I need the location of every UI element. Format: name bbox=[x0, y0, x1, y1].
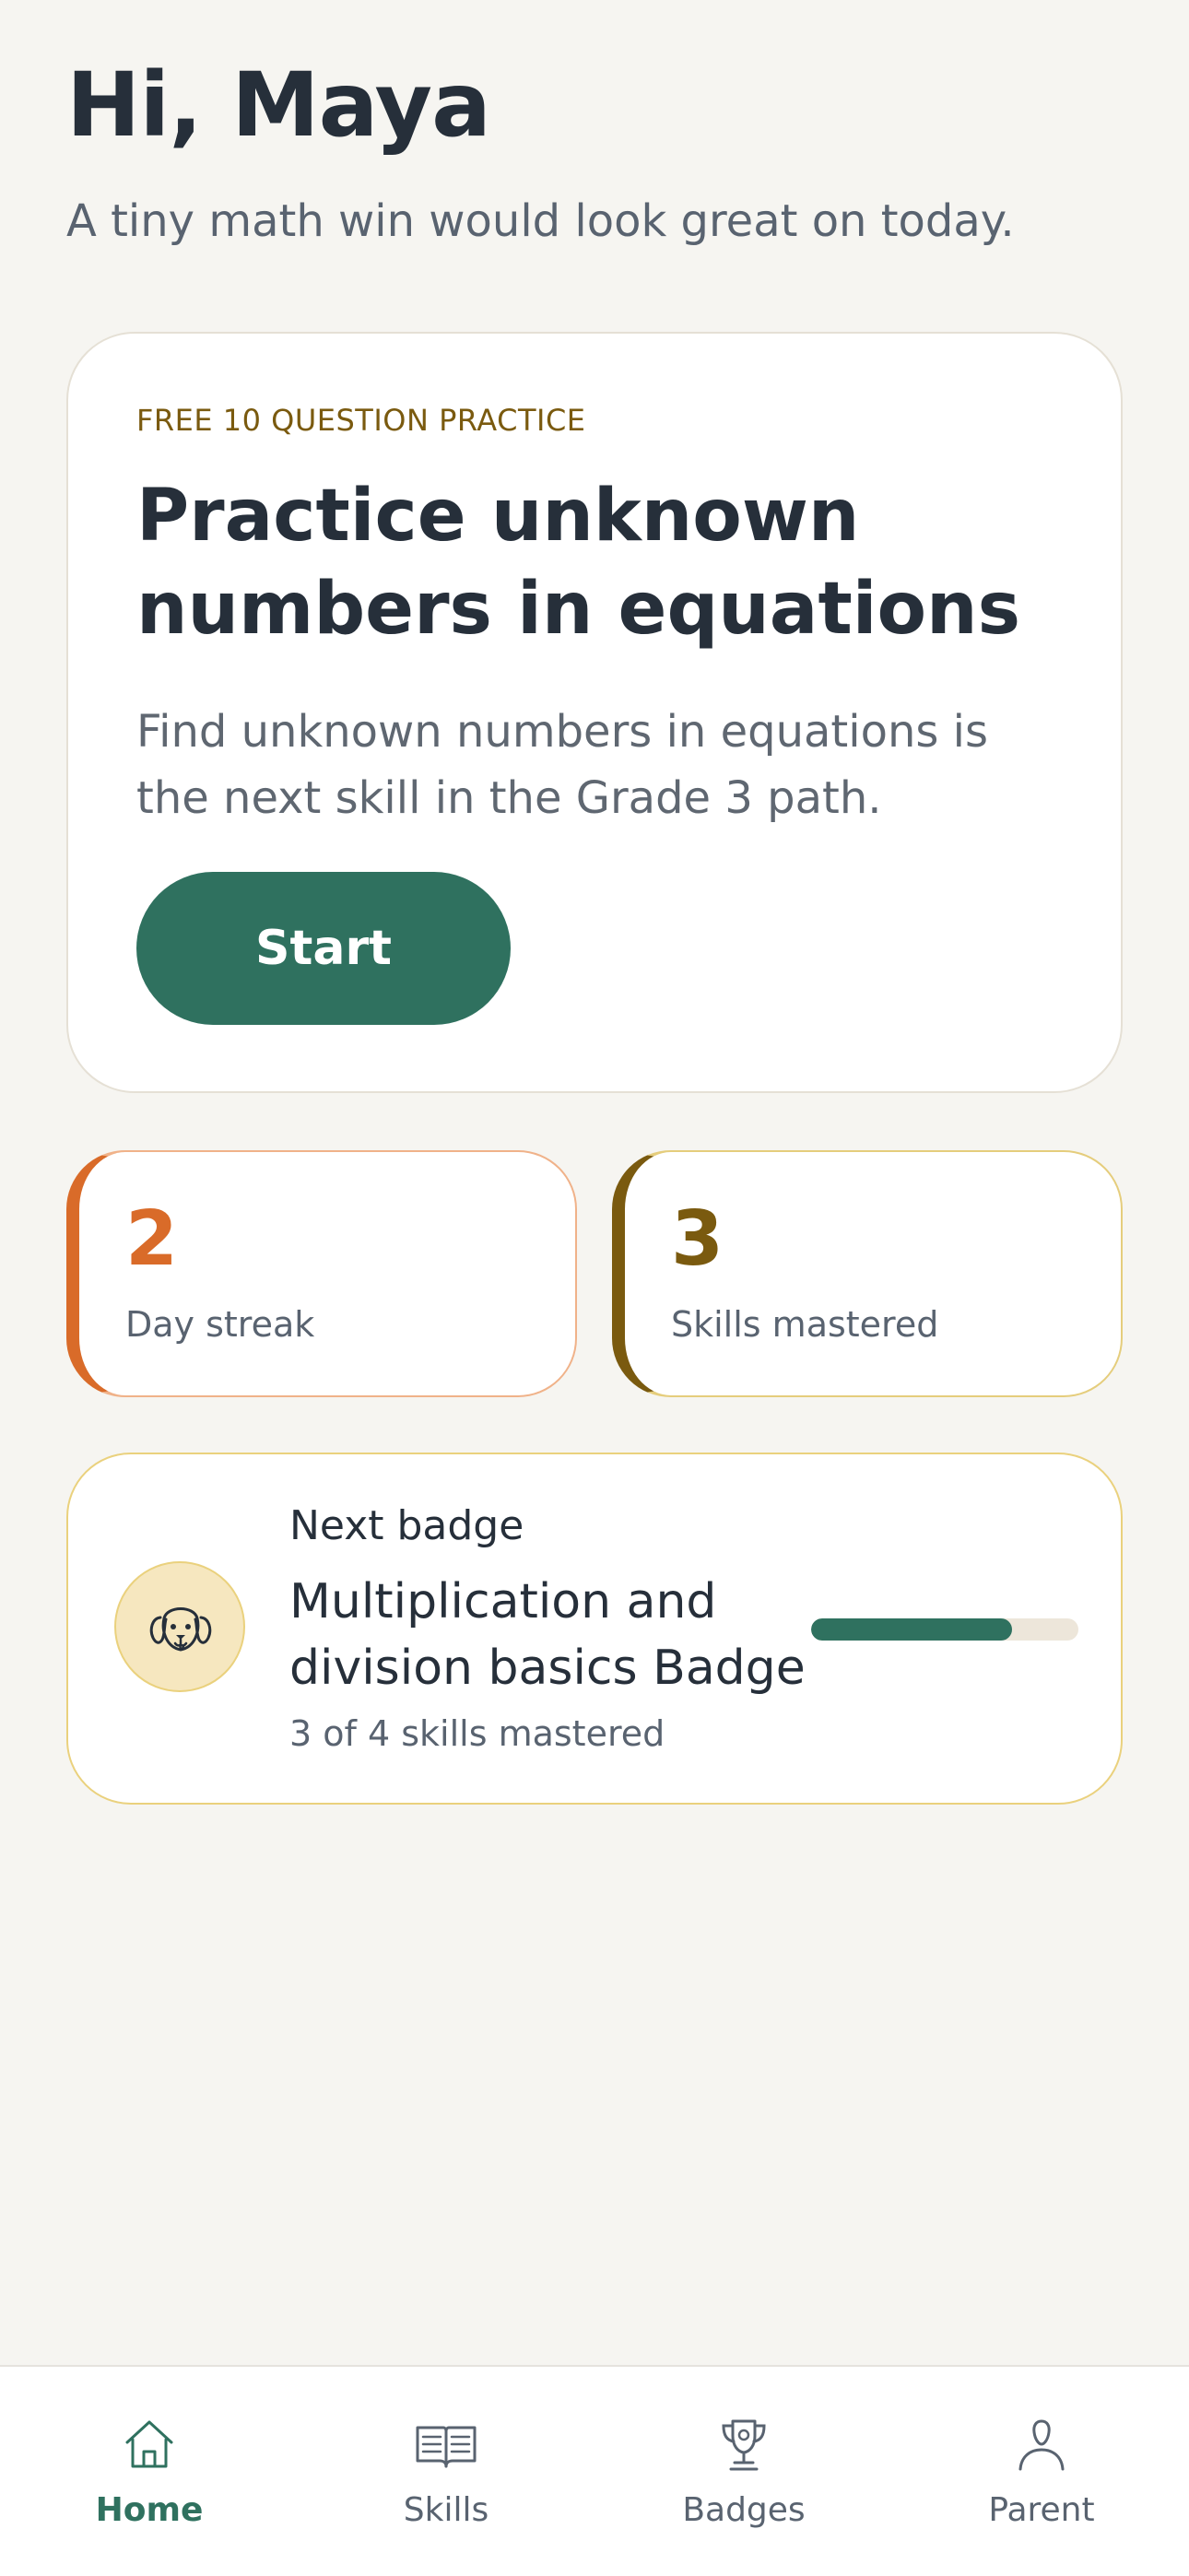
practice-description: Find unknown numbers in equations is the… bbox=[136, 706, 988, 824]
badge-progress-fill bbox=[811, 1618, 1012, 1641]
nav-badges-label: Badges bbox=[682, 2491, 806, 2529]
badge-progress-bar bbox=[811, 1618, 1078, 1641]
nav-skills[interactable]: Skills bbox=[354, 2413, 538, 2551]
practice-heading: Practice unknown numbers in equations bbox=[136, 475, 1021, 652]
book-icon bbox=[416, 2426, 477, 2468]
nav-home-label: Home bbox=[95, 2491, 204, 2529]
nav-badges[interactable]: Badges bbox=[652, 2413, 836, 2551]
bottom-navigation: Home Skills Badges Parent bbox=[0, 2365, 1189, 2576]
next-badge-card[interactable]: Next badge Multiplication and division b… bbox=[66, 1453, 1123, 1805]
next-badge-label: Next badge bbox=[289, 1502, 524, 1549]
nav-skills-label: Skills bbox=[403, 2491, 489, 2529]
day-streak-card: 2 Day streak bbox=[66, 1150, 577, 1397]
nav-home[interactable]: Home bbox=[57, 2413, 241, 2551]
trophy-icon bbox=[722, 2419, 766, 2471]
practice-card: FREE 10 QUESTION PRACTICE Practice unkno… bbox=[66, 332, 1123, 1093]
home-icon bbox=[125, 2420, 173, 2468]
practice-tag: FREE 10 QUESTION PRACTICE bbox=[136, 403, 586, 438]
skills-mastered-label: Skills mastered bbox=[671, 1304, 939, 1345]
day-streak-label: Day streak bbox=[125, 1304, 315, 1345]
dog-icon bbox=[149, 1607, 212, 1652]
day-streak-value: 2 bbox=[125, 1195, 179, 1283]
nav-parent[interactable]: Parent bbox=[949, 2413, 1134, 2551]
start-button[interactable]: Start bbox=[136, 872, 511, 1025]
home-screen: Hi, Maya A tiny math win would look grea… bbox=[0, 0, 1189, 2576]
badge-avatar bbox=[114, 1561, 245, 1692]
greeting-title: Hi, Maya bbox=[66, 53, 491, 157]
nav-parent-label: Parent bbox=[988, 2491, 1095, 2529]
greeting-subtitle: A tiny math win would look great on toda… bbox=[66, 195, 1015, 247]
badge-title: Multiplication and division basics Badge bbox=[289, 1574, 806, 1697]
badge-progress-text: 3 of 4 skills mastered bbox=[289, 1713, 665, 1754]
skills-mastered-value: 3 bbox=[671, 1195, 724, 1283]
skills-mastered-card: 3 Skills mastered bbox=[612, 1150, 1123, 1397]
person-icon bbox=[1018, 2419, 1065, 2471]
